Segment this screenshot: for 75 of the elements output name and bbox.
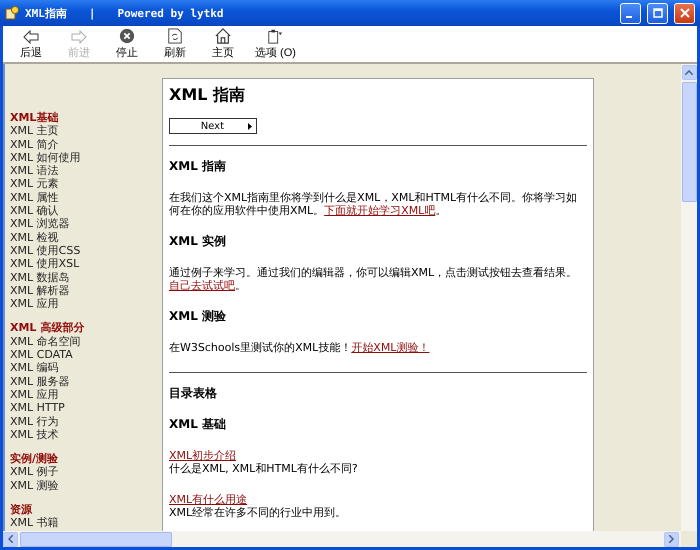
- sidebar-link[interactable]: XML 编码: [10, 361, 59, 375]
- text-link[interactable]: 下面就开始学习XML吧: [324, 204, 436, 217]
- right-triangle-icon: [248, 122, 252, 130]
- scroll-right-button[interactable]: [664, 532, 679, 546]
- page-title: XML 指南: [169, 85, 246, 105]
- sidebar-link[interactable]: XML 属性: [10, 190, 59, 204]
- sidebar-link[interactable]: XML 测验: [10, 478, 59, 492]
- horizontal-scrollbar[interactable]: [3, 531, 697, 547]
- sidebar-link[interactable]: XML 书籍: [10, 516, 59, 530]
- document-icon: [5, 6, 19, 20]
- sidebar-link[interactable]: XML 数据岛: [10, 270, 70, 284]
- sidebar-link[interactable]: XML 解析器: [10, 284, 70, 298]
- next-button[interactable]: Next: [169, 118, 257, 134]
- scroll-thumb[interactable]: [682, 82, 696, 202]
- scroll-thumb[interactable]: [20, 532, 172, 546]
- window-subtitle: Powered by lytkd: [118, 6, 224, 20]
- close-icon: [680, 8, 690, 18]
- toolbar-button[interactable]: 刷新: [151, 28, 199, 62]
- up-chevron-icon: [685, 70, 693, 75]
- topic-link[interactable]: XML初步介绍: [169, 449, 236, 462]
- sidebar-link[interactable]: XML 应用: [10, 297, 59, 310]
- section-heading: XML 基础: [169, 418, 228, 431]
- sidebar-link[interactable]: XML HTTP: [10, 401, 65, 415]
- sidebar-link[interactable]: XML 行为: [10, 414, 59, 428]
- close-button[interactable]: [674, 2, 695, 24]
- scroll-up-button[interactable]: [682, 65, 696, 80]
- left-arrow-icon: [23, 30, 39, 44]
- paragraph: 在我们这个XML指南里你将学到什么是XML，XML和HTML有什么不同。你将学习如何在你的应用软件中使用XML。下面就开始学习XML吧。: [169, 191, 578, 217]
- left-chevron-icon: [8, 535, 13, 543]
- sidebar-link[interactable]: XML 应用: [10, 388, 59, 402]
- title-separator: |: [88, 6, 96, 20]
- toolbar-button[interactable]: 停止: [103, 28, 151, 62]
- sidebar-link[interactable]: XML 语法: [10, 164, 59, 178]
- toolbar-button[interactable]: 主页: [199, 28, 247, 62]
- maximize-icon: [652, 8, 662, 18]
- paragraph: 在W3Schools里测试你的XML技能！开始XML测验！: [169, 341, 430, 354]
- topic-link[interactable]: XML有什么用途: [169, 493, 248, 506]
- window-title: XML指南: [25, 6, 67, 20]
- sidebar-heading: 实例/测验: [10, 452, 58, 466]
- section-heading: XML 测验: [169, 310, 228, 323]
- sidebar-heading: XML 高级部分: [10, 321, 84, 335]
- text-link[interactable]: 开始XML测验！: [351, 341, 430, 354]
- topic-description: 什么是XML, XML和HTML有什么不同?: [169, 462, 358, 475]
- sidebar-link[interactable]: XML 命名空间: [10, 334, 81, 348]
- sidebar-link[interactable]: XML CDATA: [10, 348, 73, 362]
- text-link[interactable]: 自己去试试吧: [169, 279, 235, 292]
- sidebar-link[interactable]: XML 主页: [10, 124, 59, 138]
- scroll-left-button[interactable]: [3, 532, 18, 546]
- sidebar-link[interactable]: XML 如何使用: [10, 150, 81, 164]
- right-arrow-icon: [71, 30, 87, 44]
- toolbar-button[interactable]: 选项 (O): [247, 28, 304, 62]
- sidebar-link[interactable]: XML 确认: [10, 204, 59, 218]
- sidebar-link[interactable]: XML 元素: [10, 177, 59, 191]
- minimize-icon: [626, 16, 632, 18]
- sidebar-link[interactable]: XML 技术: [10, 428, 59, 442]
- maximize-button[interactable]: [647, 2, 668, 24]
- sidebar-link[interactable]: XML 使用CSS: [10, 244, 80, 258]
- section-heading: 目录表格: [169, 387, 218, 400]
- sidebar-link[interactable]: XML 使用XSL: [10, 257, 80, 271]
- sidebar-link[interactable]: XML 例子: [10, 465, 59, 479]
- sidebar-heading: XML基础: [10, 111, 58, 124]
- sidebar-link[interactable]: XML 服务器: [10, 374, 70, 388]
- sidebar-link[interactable]: XML 简介: [10, 138, 59, 151]
- topic-description: XML经常在许多不同的行业中用到。: [169, 506, 346, 519]
- section-heading: XML 实例: [169, 235, 228, 248]
- toolbar-button[interactable]: 后退: [7, 28, 55, 62]
- paragraph: 通过例子来学习。通过我们的编辑器，你可以编辑XML，点击测试按钮去查看结果。 自己去试试吧。: [169, 266, 578, 292]
- sidebar-link[interactable]: XML 检视: [10, 230, 59, 244]
- right-chevron-icon: [669, 535, 674, 543]
- sidebar-heading: 资源: [10, 503, 32, 516]
- vertical-scrollbar[interactable]: [681, 64, 697, 531]
- scrollbar-corner: [681, 531, 697, 547]
- section-heading: XML 指南: [169, 160, 228, 173]
- sidebar-link[interactable]: XML 浏览器: [10, 217, 70, 231]
- minimize-button[interactable]: [620, 2, 641, 24]
